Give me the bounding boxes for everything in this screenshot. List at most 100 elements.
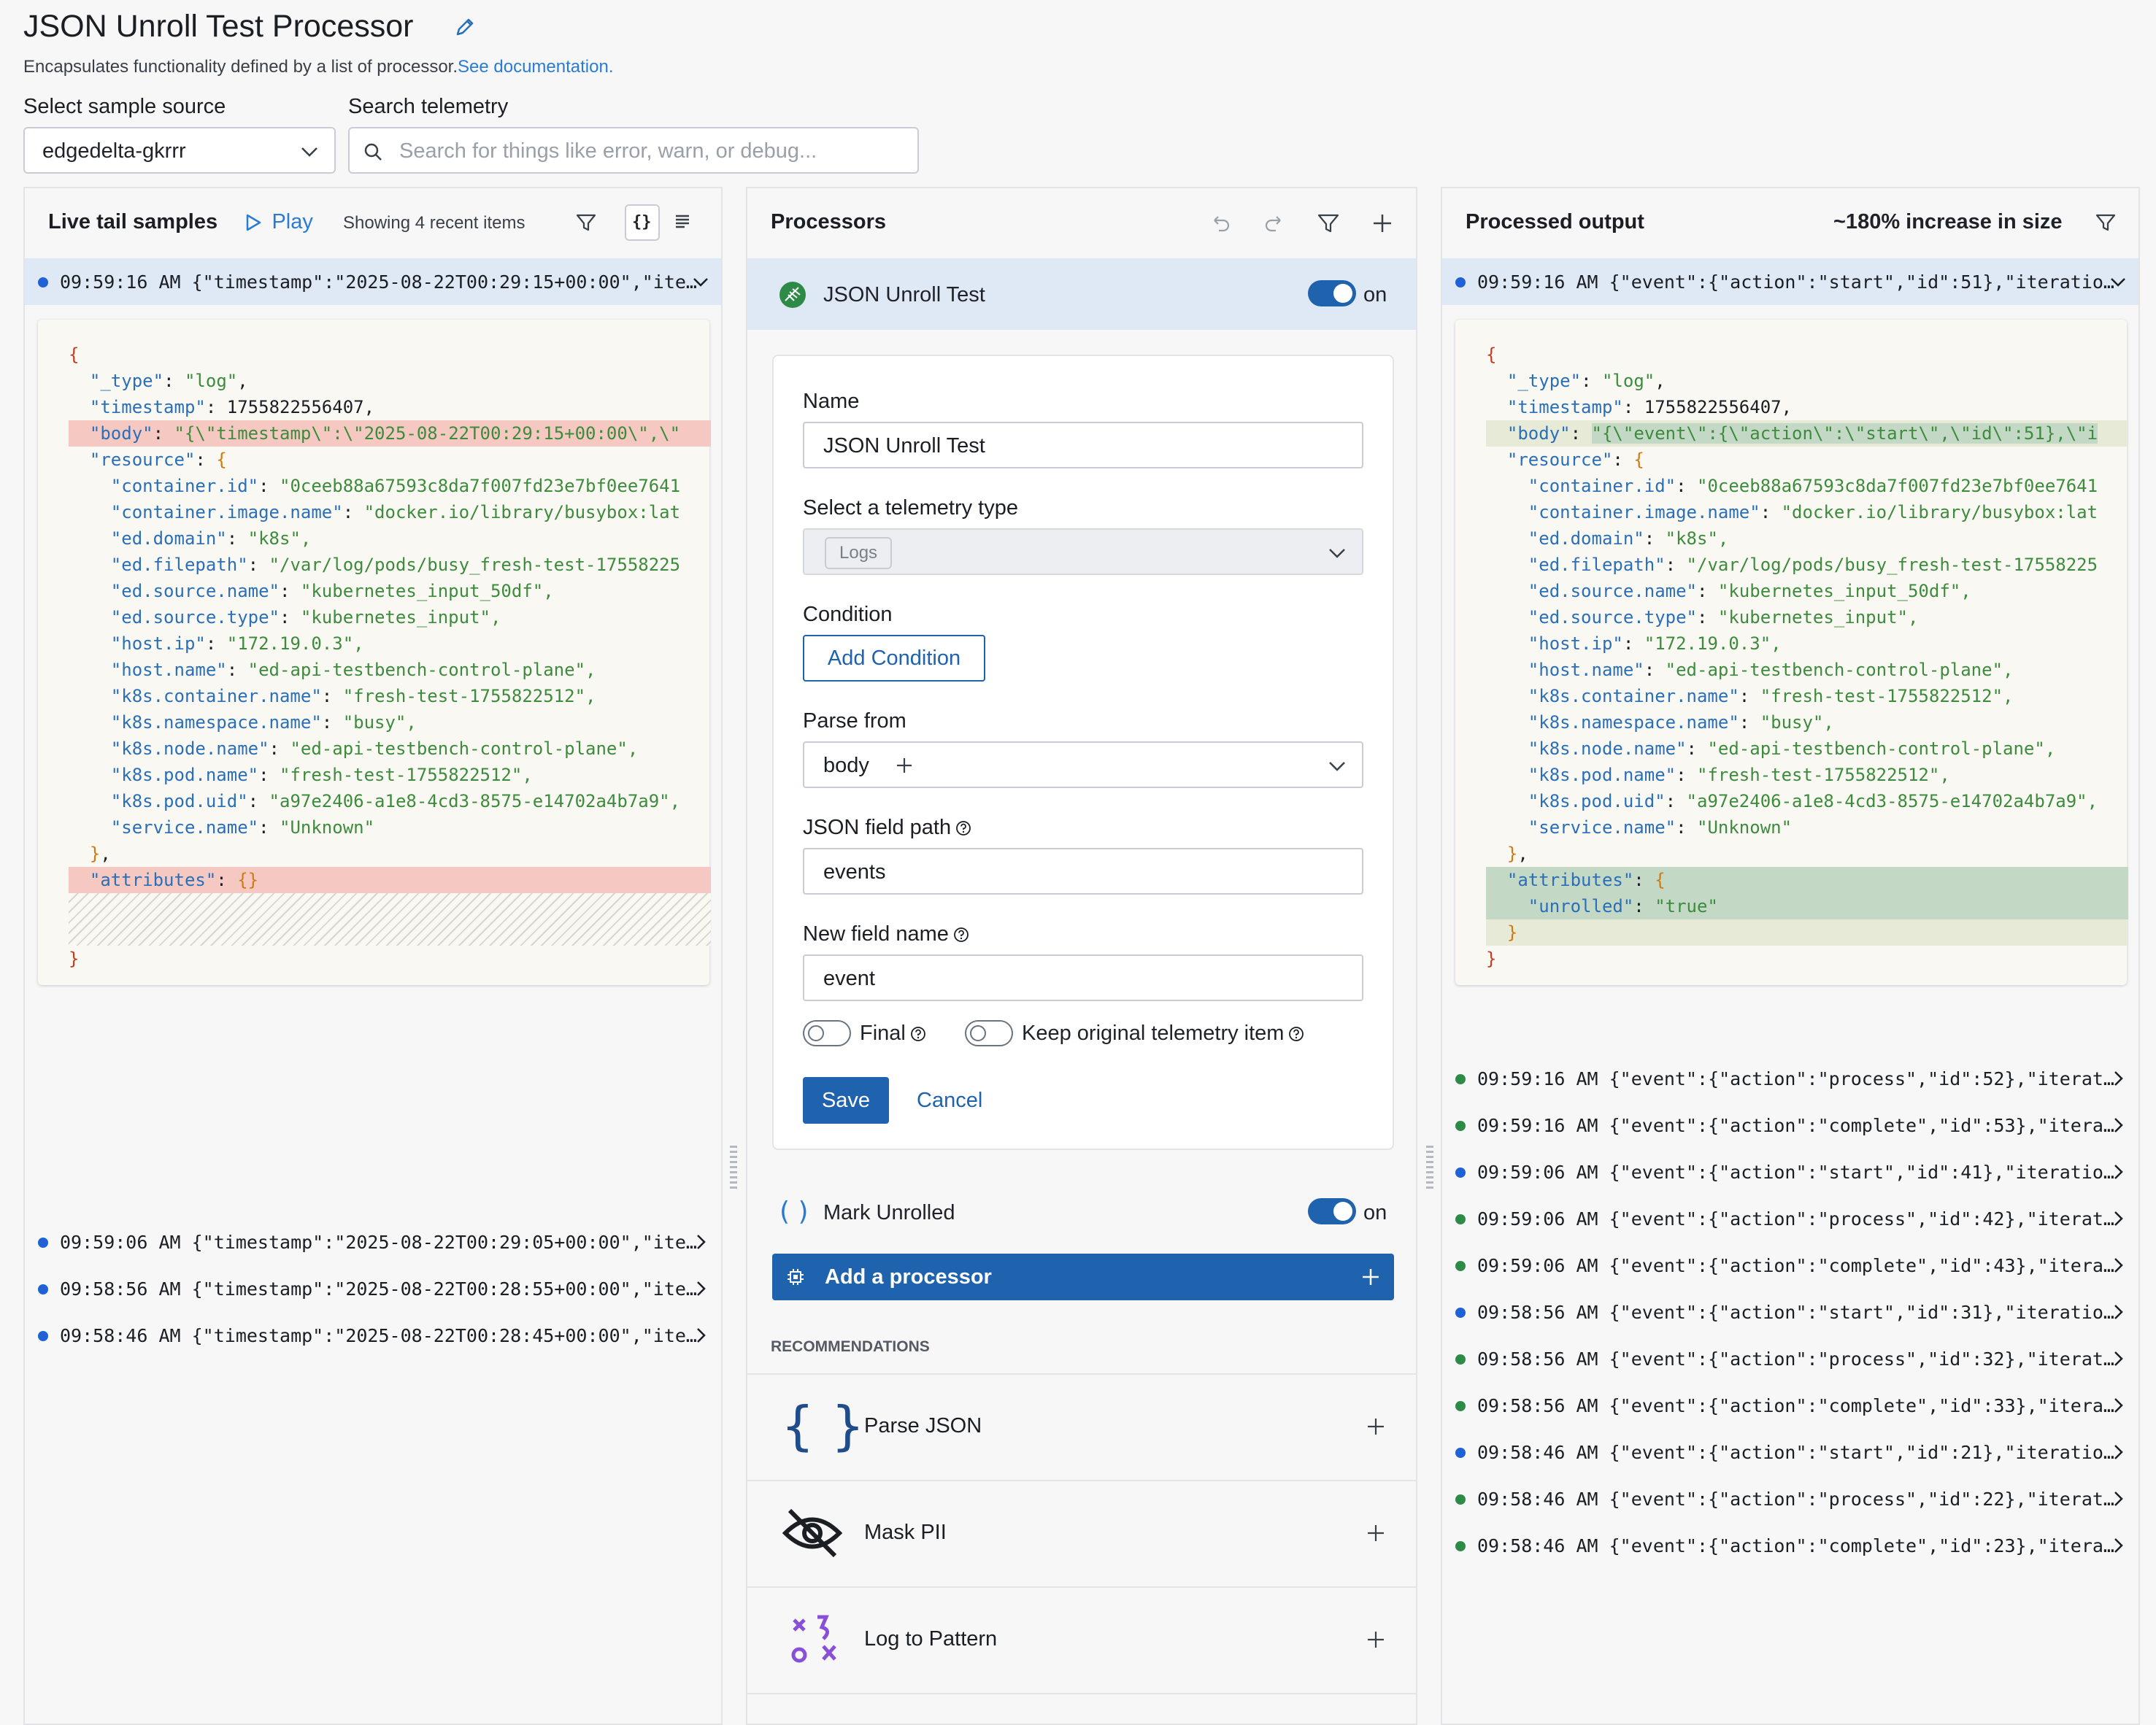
chevron-right-icon[interactable] bbox=[2109, 1163, 2127, 1181]
new-field-name-input[interactable]: event bbox=[803, 954, 1363, 1001]
plus-icon[interactable] bbox=[1365, 1416, 1387, 1438]
log-row[interactable]: 09:58:56 AM {"event":{"action":"start","… bbox=[1442, 1289, 2138, 1335]
processor-name: JSON Unroll Test bbox=[823, 283, 985, 306]
json-field-path-input[interactable]: events bbox=[803, 848, 1363, 895]
json-line: "ed.source.type": "kubernetes_input", bbox=[110, 607, 501, 628]
search-icon bbox=[363, 142, 383, 162]
resize-handle[interactable] bbox=[1426, 1146, 1433, 1189]
chevron-right-icon[interactable] bbox=[2109, 1070, 2127, 1087]
chevron-down-icon[interactable] bbox=[2109, 273, 2127, 290]
condition-label: Condition bbox=[803, 603, 893, 626]
source-label: Select sample source bbox=[23, 95, 226, 118]
filter-icon[interactable] bbox=[1317, 212, 1340, 235]
chevron-right-icon[interactable] bbox=[2109, 1116, 2127, 1134]
processor-item-json-unroll[interactable]: JSON Unroll Test on bbox=[747, 258, 1416, 330]
chevron-right-icon[interactable] bbox=[2109, 1257, 2127, 1274]
eye-off-icon bbox=[782, 1508, 842, 1559]
add-processor-label: Add a processor bbox=[825, 1265, 992, 1289]
text-view-icon[interactable] bbox=[673, 212, 692, 231]
status-dot bbox=[1455, 1214, 1466, 1224]
plus-icon[interactable] bbox=[1365, 1522, 1387, 1544]
chevron-right-icon[interactable] bbox=[2109, 1303, 2127, 1321]
log-row[interactable]: 09:58:56 AM {"event":{"action":"complete… bbox=[1442, 1382, 2138, 1429]
help-icon[interactable] bbox=[1288, 1026, 1304, 1042]
processor-enable-toggle[interactable] bbox=[1308, 1198, 1356, 1224]
log-row-selected[interactable]: 09:59:16 AM {"timestamp":"2025-08-22T00:… bbox=[25, 258, 721, 305]
log-row[interactable]: 09:59:06 AM {"timestamp":"2025-08-22T00:… bbox=[25, 1219, 721, 1265]
log-row[interactable]: 09:59:06 AM {"event":{"action":"start","… bbox=[1442, 1149, 2138, 1195]
log-row[interactable]: 09:59:16 AM {"event":{"action":"complete… bbox=[1442, 1102, 2138, 1149]
add-icon[interactable] bbox=[1371, 212, 1394, 235]
json-close-brace: } bbox=[1486, 949, 1497, 969]
log-row[interactable]: 09:59:06 AM {"event":{"action":"complete… bbox=[1442, 1242, 2138, 1289]
status-dot bbox=[1455, 1541, 1466, 1551]
chevron-down-icon[interactable] bbox=[692, 273, 709, 290]
status-dot bbox=[1455, 1168, 1466, 1178]
chevron-right-icon[interactable] bbox=[692, 1233, 709, 1251]
add-processor-button[interactable]: Add a processor bbox=[772, 1254, 1394, 1300]
final-toggle[interactable] bbox=[803, 1020, 851, 1046]
chevron-right-icon[interactable] bbox=[692, 1280, 709, 1297]
parse-from-select[interactable]: body bbox=[803, 741, 1363, 788]
json-line: "resource": { bbox=[89, 449, 227, 470]
plus-icon[interactable] bbox=[895, 756, 914, 775]
filter-icon[interactable] bbox=[2095, 212, 2117, 234]
documentation-link[interactable]: See documentation. bbox=[458, 57, 613, 77]
log-row[interactable]: 09:58:46 AM {"timestamp":"2025-08-22T00:… bbox=[25, 1312, 721, 1359]
sample-source-select[interactable]: edgedelta-gkrrr bbox=[23, 127, 336, 174]
help-icon[interactable] bbox=[955, 820, 971, 836]
log-row[interactable]: 09:59:06 AM {"event":{"action":"process"… bbox=[1442, 1195, 2138, 1242]
log-row[interactable]: 09:58:56 AM {"event":{"action":"process"… bbox=[1442, 1335, 2138, 1382]
search-input[interactable] bbox=[398, 136, 904, 166]
json-field-path-value: events bbox=[823, 860, 886, 884]
keep-original-toggle[interactable] bbox=[965, 1020, 1013, 1046]
status-dot bbox=[1455, 1354, 1466, 1365]
log-row[interactable]: 09:59:16 AM {"event":{"action":"process"… bbox=[1442, 1055, 2138, 1102]
recommendation-parse-json[interactable]: { } Parse JSON bbox=[747, 1373, 1416, 1481]
redo-icon[interactable] bbox=[1263, 212, 1286, 235]
telemetry-type-select[interactable]: Logs bbox=[803, 528, 1363, 575]
json-open-brace: { bbox=[69, 344, 80, 365]
log-row[interactable]: 09:58:46 AM {"event":{"action":"start","… bbox=[1442, 1429, 2138, 1475]
recommendation-mask-pii[interactable]: Mask PII bbox=[747, 1480, 1416, 1588]
json-line: }, bbox=[1506, 844, 1528, 864]
chevron-right-icon[interactable] bbox=[2109, 1443, 2127, 1461]
chevron-right-icon[interactable] bbox=[2109, 1397, 2127, 1414]
chevron-right-icon[interactable] bbox=[692, 1327, 709, 1344]
json-line: "k8s.node.name": "ed-api-testbench-contr… bbox=[1528, 738, 2056, 759]
log-row[interactable]: 09:58:56 AM {"timestamp":"2025-08-22T00:… bbox=[25, 1265, 721, 1312]
status-dot bbox=[1455, 277, 1466, 288]
help-icon[interactable] bbox=[953, 927, 969, 943]
processor-name: Mark Unrolled bbox=[823, 1201, 955, 1224]
name-field[interactable]: JSON Unroll Test bbox=[803, 422, 1363, 468]
json-view-toggle[interactable]: {} bbox=[625, 204, 660, 241]
json-line: "ed.domain": "k8s", bbox=[110, 528, 312, 549]
chevron-down-icon bbox=[1327, 757, 1347, 775]
log-row-text: 09:59:06 AM {"event":{"action":"complete… bbox=[1477, 1255, 2114, 1276]
braces-icon: {} bbox=[632, 213, 652, 231]
play-button[interactable]: Play bbox=[244, 210, 313, 234]
filter-icon[interactable] bbox=[575, 212, 597, 234]
plus-icon[interactable] bbox=[1365, 1629, 1387, 1651]
chevron-right-icon[interactable] bbox=[2109, 1490, 2127, 1508]
recommendation-log-to-pattern[interactable]: Log to Pattern bbox=[747, 1586, 1416, 1694]
json-line: "k8s.namespace.name": "busy", bbox=[110, 712, 417, 733]
help-icon[interactable] bbox=[910, 1026, 926, 1042]
play-icon bbox=[246, 214, 261, 231]
log-row[interactable]: 09:58:46 AM {"event":{"action":"process"… bbox=[1442, 1475, 2138, 1522]
undo-icon[interactable] bbox=[1209, 212, 1232, 235]
search-telemetry-box bbox=[348, 127, 919, 174]
processor-enable-toggle[interactable] bbox=[1308, 280, 1356, 306]
chevron-right-icon[interactable] bbox=[2109, 1350, 2127, 1367]
chevron-right-icon[interactable] bbox=[2109, 1210, 2127, 1227]
cancel-button[interactable]: Cancel bbox=[917, 1089, 982, 1113]
save-button[interactable]: Save bbox=[803, 1077, 889, 1124]
log-row-text: 09:58:46 AM {"event":{"action":"start","… bbox=[1477, 1442, 2114, 1463]
add-condition-button[interactable]: Add Condition bbox=[803, 635, 985, 682]
processor-item-mark-unrolled[interactable]: ( ) Mark Unrolled on bbox=[747, 1176, 1416, 1246]
chevron-right-icon[interactable] bbox=[2109, 1537, 2127, 1554]
log-row[interactable]: 09:58:46 AM {"event":{"action":"complete… bbox=[1442, 1522, 2138, 1569]
output-row-selected[interactable]: 09:59:16 AM {"event":{"action":"start","… bbox=[1442, 258, 2138, 305]
pencil-icon[interactable] bbox=[454, 16, 476, 38]
resize-handle[interactable] bbox=[730, 1146, 737, 1189]
